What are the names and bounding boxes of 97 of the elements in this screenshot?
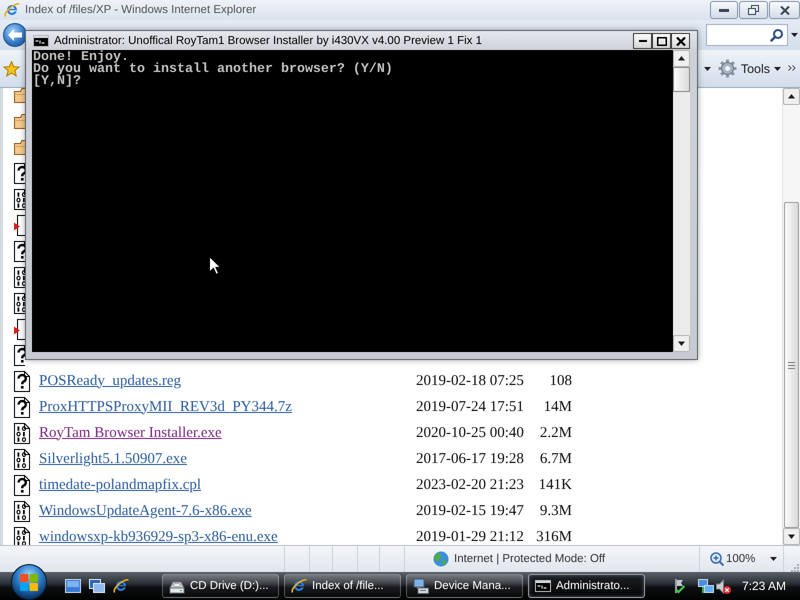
grip-icon [788, 362, 795, 368]
browser-logo-icon [4, 2, 20, 18]
zoom-icon [710, 552, 724, 566]
binary-file-icon [14, 448, 31, 470]
binary-file-icon [14, 292, 25, 314]
check-mark-icon[interactable] [672, 578, 685, 594]
browser-icon [291, 578, 307, 594]
security-zone-text: Internet | Protected Mode: Off [454, 553, 606, 565]
file-link[interactable]: ProxHTTPSProxyMII_REV3d_PY344.7z [39, 398, 292, 416]
flag-icon [20, 574, 38, 590]
binary-file-icon [14, 188, 25, 210]
scrollbar-thumb[interactable] [673, 67, 690, 92]
caret-icon[interactable] [791, 33, 798, 37]
binary-file-icon [14, 422, 31, 444]
network-icon[interactable] [698, 578, 714, 594]
switch-windows-icon[interactable] [89, 579, 105, 593]
modified-date: 2019-02-18 07:25 [416, 372, 524, 390]
back-arrow-icon [8, 29, 22, 41]
caret-icon[interactable] [704, 66, 711, 70]
scroll-down-icon[interactable] [673, 335, 690, 352]
file-size: 2.2M [540, 424, 572, 442]
unknown-file-icon [14, 474, 31, 496]
file-size: 316M [536, 528, 572, 545]
file-link[interactable]: timedate-polandmapfix.cpl [39, 476, 202, 494]
zoom-level[interactable]: 100% [726, 553, 756, 565]
maximize-icon [656, 36, 666, 46]
unknown-file-icon [14, 396, 31, 418]
file-size: 141K [538, 476, 572, 494]
minimize-icon [719, 8, 729, 12]
show-desktop-icon[interactable] [65, 579, 81, 593]
favorites-star-icon[interactable] [3, 60, 20, 76]
file-link[interactable]: WindowsUpdateAgent-7.6-x86.exe [39, 502, 252, 520]
unknown-file-icon [14, 162, 25, 184]
taskbar-button[interactable]: Administrato... [528, 574, 645, 598]
binary-file-icon [14, 500, 31, 522]
maximize-button[interactable] [652, 33, 671, 49]
close-icon [676, 36, 686, 46]
window-title: Index of /files/XP - Windows Internet Explorer [25, 4, 256, 16]
back-button[interactable] [3, 23, 27, 47]
globe-icon [433, 551, 449, 567]
unknown-file-icon [14, 240, 25, 262]
file-link[interactable]: RoyTam Browser Installer.exe [39, 424, 222, 442]
file-link[interactable]: windowsxp-kb936929-sp3-x86-enu.exe [39, 528, 278, 545]
console-output-line: [Y,N]? [33, 76, 81, 88]
close-icon [780, 6, 790, 14]
scrollbar-thumb[interactable] [784, 202, 799, 528]
scroll-down-icon[interactable] [783, 528, 800, 545]
modified-date: 2019-02-15 19:47 [416, 502, 524, 520]
page-arrow-icon [14, 214, 25, 236]
modified-date: 2019-01-29 21:12 [416, 528, 524, 545]
caret-icon [774, 66, 781, 70]
folder-icon [14, 114, 25, 128]
search-field[interactable] [706, 24, 788, 46]
close-button[interactable] [769, 1, 800, 19]
minimize-button[interactable] [633, 33, 652, 49]
clock[interactable]: 7:23 AM [742, 579, 786, 593]
restore-icon [748, 5, 759, 15]
volume-muted-icon[interactable] [716, 578, 731, 594]
scroll-up-icon[interactable] [673, 50, 690, 67]
binary-file-icon [14, 266, 25, 288]
gear-icon [718, 59, 737, 78]
file-size: 9.3M [540, 502, 572, 520]
modified-date: 2019-07-24 17:51 [416, 398, 524, 416]
resize-grip-icon [789, 562, 799, 572]
minimize-icon [638, 40, 646, 42]
mouse-pointer-icon [209, 256, 221, 275]
chevron-icon[interactable] [788, 64, 796, 70]
file-size: 108 [550, 372, 572, 390]
search-icon[interactable] [770, 28, 783, 42]
browser-icon[interactable] [113, 578, 129, 594]
unknown-file-icon [14, 370, 31, 392]
taskbar-button[interactable]: Device Mana... [406, 574, 523, 598]
caret-icon[interactable] [770, 557, 777, 561]
folder-icon [14, 88, 25, 102]
console-icon [33, 34, 49, 46]
restore-button[interactable] [739, 1, 768, 19]
start-button[interactable] [11, 564, 47, 600]
unknown-file-icon [14, 344, 25, 366]
file-size: 14M [544, 398, 572, 416]
file-size: 6.7M [540, 450, 572, 468]
scroll-up-icon[interactable] [783, 88, 800, 105]
file-link[interactable]: POSReady_updates.reg [39, 372, 182, 390]
file-link[interactable]: Silverlight5.1.50907.exe [39, 450, 187, 468]
minimize-button[interactable] [710, 1, 738, 19]
close-button[interactable] [671, 33, 690, 49]
modified-date: 2020-10-25 00:40 [416, 424, 524, 442]
taskbar-button[interactable]: Index of /file... [284, 574, 401, 598]
console-output-line: Done! Enjoy. [33, 52, 129, 64]
folder-icon [14, 140, 25, 154]
taskbar-button[interactable]: CD Drive (D:)... [162, 574, 279, 598]
console-icon [535, 580, 551, 592]
console-title: Administrator: Unoffical RoyTam1 Browser Installer by i430VX v4.00 Preview 1 Fix 1 [54, 34, 482, 46]
computer-icon [413, 578, 429, 594]
modified-date: 2017-06-17 19:28 [416, 450, 524, 468]
tools-menu-button[interactable]: Tools [714, 56, 784, 82]
page-arrow-icon [14, 318, 25, 340]
modified-date: 2023-02-20 21:23 [416, 476, 524, 494]
